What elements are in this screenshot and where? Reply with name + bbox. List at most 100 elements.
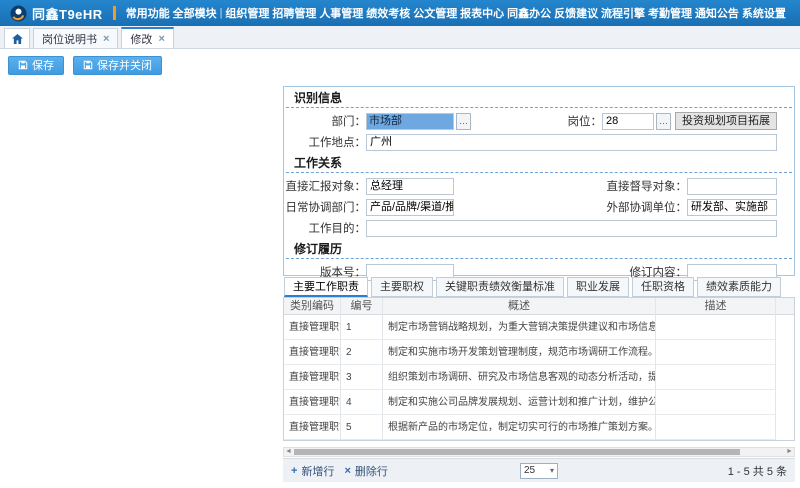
tab-qualifications[interactable]: 任职资格: [632, 277, 694, 297]
table-footer: + 新增行 × 删除行 25 ▾ 1 - 5 共 5 条: [283, 458, 795, 482]
coordinate-label: 日常协调部门：: [284, 199, 366, 215]
tab-main-duties[interactable]: 主要工作职责: [284, 277, 368, 297]
post-field[interactable]: 28: [602, 113, 654, 130]
cell-number: 3: [341, 365, 383, 390]
menu-item-recruit[interactable]: 招聘管理: [272, 5, 316, 21]
location-field[interactable]: 广州: [366, 134, 777, 151]
external-label: 外部协调单位：: [595, 199, 687, 215]
tab-position-description[interactable]: 岗位说明书 ×: [33, 28, 118, 48]
plus-icon[interactable]: +: [291, 465, 297, 477]
save-button[interactable]: 保存: [8, 56, 64, 75]
column-header-number: 编号: [341, 298, 383, 315]
location-label: 工作地点：: [284, 134, 366, 150]
table-row[interactable]: 直接管理职能 2 制定和实施市场开发策划管理制度，规范市场调研工作流程。: [284, 340, 794, 365]
cell-number: 1: [341, 315, 383, 340]
page-size-select[interactable]: 25 ▾: [520, 463, 558, 479]
menu-item-attendance[interactable]: 考勤管理: [648, 5, 692, 21]
tab-modify[interactable]: 修改 ×: [121, 27, 173, 48]
position-form: 识别信息 部门： 市场部 … 岗位： 28 … 投资规划项目拓展 工作地点： 广…: [283, 86, 795, 276]
menu-item-org[interactable]: 组织管理: [225, 5, 269, 21]
window-tab-strip: 岗位说明书 × 修改 ×: [0, 26, 800, 49]
cell-summary: 制定和实施公司品牌发展规划、运营计划和推广计划，维护公司的品牌形象。: [383, 390, 656, 415]
menu-item-performance[interactable]: 绩效考核: [366, 5, 410, 21]
close-icon[interactable]: ×: [103, 33, 109, 45]
scroll-right-icon[interactable]: ►: [785, 448, 794, 456]
scroll-left-icon[interactable]: ◄: [284, 448, 293, 456]
post-label: 岗位：: [560, 113, 602, 129]
cell-description: [656, 415, 776, 440]
cell-filler: [776, 365, 794, 390]
external-field[interactable]: 研发部、实施部: [687, 199, 777, 216]
cell-summary: 制定市场营销战略规划，为重大营销决策提供建议和市场信息支持。: [383, 315, 656, 340]
save-icon: [83, 60, 93, 70]
cell-number: 5: [341, 415, 383, 440]
dept-field-selected-text: 市场部: [367, 114, 453, 129]
menu-item-all-modules[interactable]: 全部模块: [173, 5, 217, 21]
home-tab[interactable]: [4, 28, 30, 48]
report-to-field[interactable]: 总经理: [366, 178, 454, 195]
coordinate-field[interactable]: 产品/品牌/渠道/推广专员: [366, 199, 454, 216]
horizontal-scrollbar[interactable]: ◄ ►: [283, 447, 795, 457]
cell-category: 直接管理职能: [284, 315, 341, 340]
post-lookup-button[interactable]: …: [656, 113, 671, 130]
cell-description: [656, 390, 776, 415]
section-divider: [286, 172, 792, 173]
delete-icon[interactable]: ×: [344, 465, 350, 477]
purpose-field[interactable]: [366, 220, 777, 237]
menu-item-hr[interactable]: 人事管理: [319, 5, 363, 21]
cell-number: 2: [341, 340, 383, 365]
supervise-label: 直接督导对象：: [595, 178, 687, 194]
main-menu: 常用功能 全部模块 | 组织管理 招聘管理 人事管理 绩效考核 公文管理 报表中…: [122, 5, 800, 21]
tab-competency[interactable]: 绩效素质能力: [697, 277, 781, 297]
orange-divider: [113, 6, 116, 20]
table-row[interactable]: 直接管理职能 3 组织策划市场调研、研究及市场信息客观的动态分析活动，提供准确可…: [284, 365, 794, 390]
record-count: 1 - 5 共 5 条: [728, 463, 787, 479]
dept-field[interactable]: 市场部: [366, 113, 454, 130]
column-header-category: 类别编码: [284, 298, 341, 315]
menu-item-notice[interactable]: 通知公告: [695, 5, 739, 21]
toolbar: 保存 保存并关闭: [0, 53, 800, 77]
cell-category: 直接管理职能: [284, 390, 341, 415]
menu-item-common[interactable]: 常用功能: [126, 5, 170, 21]
menu-item-settings[interactable]: 系统设置: [742, 5, 786, 21]
menu-item-document[interactable]: 公文管理: [413, 5, 457, 21]
table-row[interactable]: 直接管理职能 1 制定市场营销战略规划，为重大营销决策提供建议和市场信息支持。: [284, 315, 794, 340]
top-header-bar: 同鑫T9eHR 常用功能 全部模块 | 组织管理 招聘管理 人事管理 绩效考核 …: [0, 0, 800, 26]
cell-description: [656, 365, 776, 390]
dept-label: 部门：: [284, 113, 366, 129]
detail-tab-bar: 主要工作职责 主要职权 关键职责绩效衡量标准 职业发展 任职资格 绩效素质能力: [284, 277, 781, 297]
table-row[interactable]: 直接管理职能 5 根据新产品的市场定位，制定切实可行的市场推广策划方案。: [284, 415, 794, 440]
add-row-button[interactable]: 新增行: [301, 463, 334, 479]
post-name-button[interactable]: 投资规划项目拓展: [675, 112, 777, 130]
section-divider: [286, 258, 792, 259]
delete-row-button[interactable]: 删除行: [355, 463, 388, 479]
menu-item-feedback[interactable]: 反馈建议: [554, 5, 598, 21]
cell-filler: [776, 415, 794, 440]
section-title-relations: 工作关系: [294, 156, 794, 170]
scrollbar-thumb[interactable]: [294, 449, 740, 455]
tab-career-development[interactable]: 职业发展: [567, 277, 629, 297]
section-title-identification: 识别信息: [294, 91, 794, 105]
menu-item-office[interactable]: 同鑫办公: [507, 5, 551, 21]
save-and-close-button[interactable]: 保存并关闭: [73, 56, 162, 75]
menu-item-report[interactable]: 报表中心: [460, 5, 504, 21]
table-row[interactable]: 直接管理职能 4 制定和实施公司品牌发展规划、运营计划和推广计划，维护公司的品牌…: [284, 390, 794, 415]
dept-lookup-button[interactable]: …: [456, 113, 471, 130]
menu-divider: |: [220, 7, 223, 19]
close-icon[interactable]: ×: [158, 33, 164, 45]
section-divider: [286, 107, 792, 108]
supervise-field[interactable]: [687, 178, 777, 195]
tab-label: 修改: [130, 31, 152, 47]
cell-category: 直接管理职能: [284, 340, 341, 365]
tab-kpi-standards[interactable]: 关键职责绩效衡量标准: [436, 277, 564, 297]
cell-summary: 根据新产品的市场定位，制定切实可行的市场推广策划方案。: [383, 415, 656, 440]
tab-main-authority[interactable]: 主要职权: [371, 277, 433, 297]
purpose-label: 工作目的：: [284, 220, 366, 236]
cell-summary: 组织策划市场调研、研究及市场信息客观的动态分析活动，提供准确可靠的市场情报信息。: [383, 365, 656, 390]
cell-summary: 制定和实施市场开发策划管理制度，规范市场调研工作流程。: [383, 340, 656, 365]
cell-filler: [776, 340, 794, 365]
menu-item-workflow[interactable]: 流程引擎: [601, 5, 645, 21]
section-title-revision: 修订履历: [294, 242, 794, 256]
logo-icon: [10, 5, 27, 22]
cell-filler: [776, 390, 794, 415]
